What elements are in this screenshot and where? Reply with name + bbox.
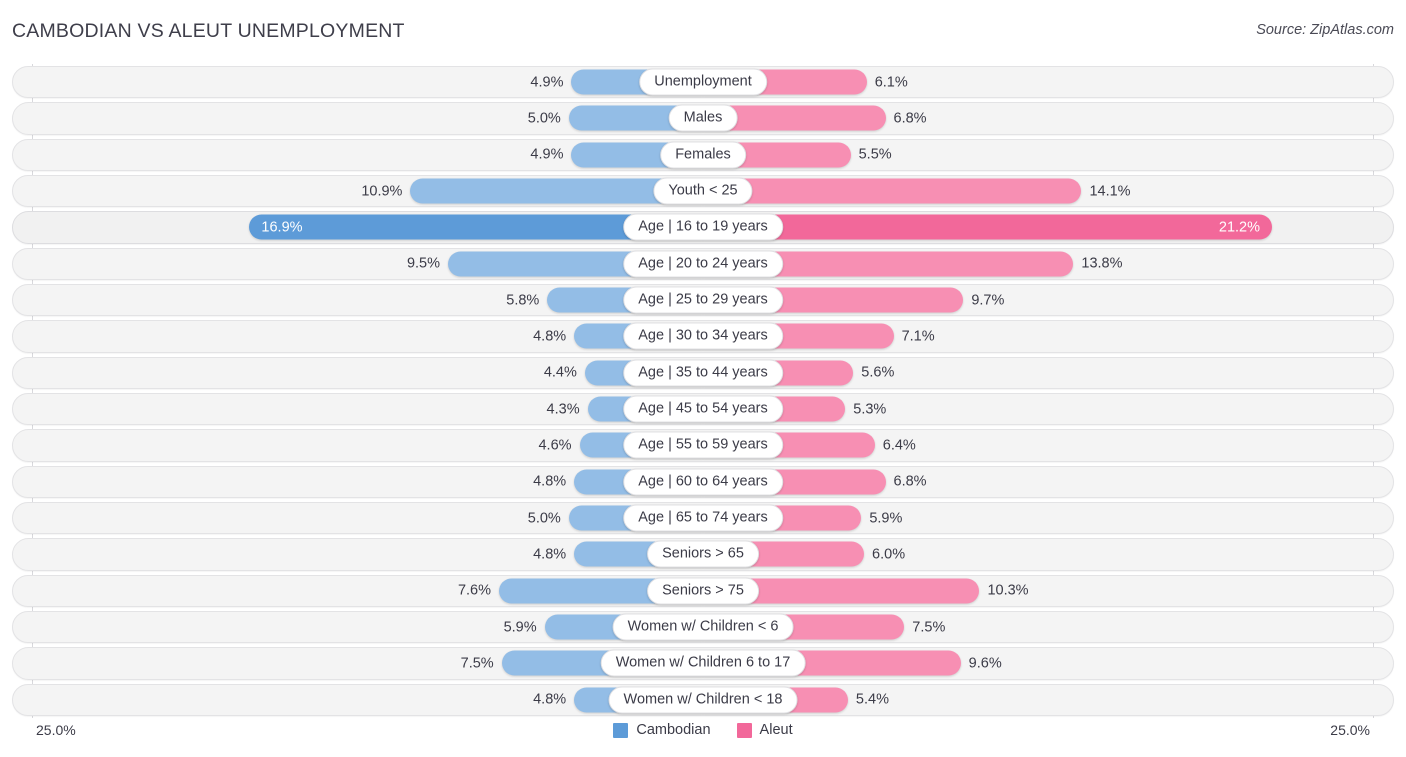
bar-value-left: 4.9% xyxy=(530,74,564,91)
chart-header: CAMBODIAN VS ALEUT UNEMPLOYMENT Source: … xyxy=(0,0,1406,62)
row-category-label: Women w/ Children < 6 xyxy=(612,613,794,641)
bar-aleut[interactable] xyxy=(703,178,1082,204)
table-row[interactable]: 9.5% 13.8% Age | 20 to 24 years xyxy=(12,246,1394,282)
bar-rows: 4.9% 6.1% Unemployment 5.0% 6.8% Males 4.9% 5.5… xyxy=(12,64,1394,718)
table-row[interactable]: 7.5% 9.6% Women w/ Children 6 to 17 xyxy=(12,645,1394,681)
bar-half-right: 21.2% xyxy=(703,214,1272,240)
bar-value-left: 4.9% xyxy=(530,146,564,163)
row-category-label: Age | 55 to 59 years xyxy=(623,431,783,459)
bar-value-left: 4.6% xyxy=(538,437,572,454)
bar-value-left: 5.9% xyxy=(503,619,537,636)
bar-value-right: 7.1% xyxy=(901,328,935,345)
bar-value-right: 21.2% xyxy=(1218,219,1260,236)
row-category-label: Age | 45 to 54 years xyxy=(623,395,783,423)
table-row[interactable]: 5.8% 9.7% Age | 25 to 29 years xyxy=(12,282,1394,318)
table-row[interactable]: 10.9% 14.1% Youth < 25 xyxy=(12,173,1394,209)
bar-value-left: 5.0% xyxy=(527,510,561,527)
table-row[interactable]: 16.9% 21.2% Age | 16 to 19 years xyxy=(12,209,1394,245)
table-row[interactable]: 5.9% 7.5% Women w/ Children < 6 xyxy=(12,609,1394,645)
legend-item[interactable]: Cambodian xyxy=(613,722,711,738)
bar-value-left: 7.5% xyxy=(460,655,494,672)
bar-value-right: 14.1% xyxy=(1089,183,1131,200)
bar-value-left: 5.8% xyxy=(506,292,540,309)
bar-value-right: 5.6% xyxy=(861,364,895,381)
row-category-label: Age | 35 to 44 years xyxy=(623,359,783,387)
row-category-label: Age | 25 to 29 years xyxy=(623,286,783,314)
bar-value-right: 9.6% xyxy=(968,655,1002,672)
bar-value-right: 6.1% xyxy=(874,74,908,91)
source-attribution: Source: ZipAtlas.com xyxy=(1256,22,1394,38)
table-row[interactable]: 4.9% 5.5% Females xyxy=(12,137,1394,173)
table-row[interactable]: 4.3% 5.3% Age | 45 to 54 years xyxy=(12,391,1394,427)
row-category-label: Age | 30 to 34 years xyxy=(623,322,783,350)
legend-swatch-icon xyxy=(736,722,752,738)
table-row[interactable]: 4.8% 5.4% Women w/ Children < 18 xyxy=(12,682,1394,718)
bar-value-right: 6.0% xyxy=(872,546,906,563)
bar-value-left: 4.4% xyxy=(543,364,577,381)
table-row[interactable]: 7.6% 10.3% Seniors > 75 xyxy=(12,573,1394,609)
bar-aleut[interactable]: 21.2% xyxy=(703,214,1272,240)
bar-value-right: 10.3% xyxy=(987,582,1029,599)
bar-value-left: 16.9% xyxy=(261,219,303,236)
bar-value-left: 9.5% xyxy=(406,255,441,272)
row-category-label: Age | 65 to 74 years xyxy=(623,504,783,532)
bar-value-right: 9.7% xyxy=(971,292,1005,309)
bar-value-left: 10.9% xyxy=(361,183,403,200)
bar-value-left: 4.8% xyxy=(533,473,567,490)
bar-value-left: 7.6% xyxy=(457,582,492,599)
row-category-label: Women w/ Children < 18 xyxy=(608,686,798,714)
table-row[interactable]: 5.0% 6.8% Males xyxy=(12,100,1394,136)
row-category-label: Age | 16 to 19 years xyxy=(623,213,783,241)
table-row[interactable]: 4.4% 5.6% Age | 35 to 44 years xyxy=(12,355,1394,391)
row-category-label: Youth < 25 xyxy=(653,177,753,205)
bar-value-right: 6.8% xyxy=(893,473,927,490)
bar-value-right: 7.5% xyxy=(912,619,946,636)
legend-item[interactable]: Aleut xyxy=(736,722,793,738)
chart-page: CAMBODIAN VS ALEUT UNEMPLOYMENT Source: … xyxy=(0,0,1406,757)
legend-label: Aleut xyxy=(759,722,793,738)
table-row[interactable]: 4.8% 6.8% Age | 60 to 64 years xyxy=(12,464,1394,500)
bar-value-right: 13.8% xyxy=(1081,255,1123,272)
bar-value-right: 5.5% xyxy=(858,146,892,163)
table-row[interactable]: 4.6% 6.4% Age | 55 to 59 years xyxy=(12,427,1394,463)
bar-value-right: 5.3% xyxy=(853,401,887,418)
row-category-label: Age | 60 to 64 years xyxy=(623,468,783,496)
bar-value-left: 4.8% xyxy=(533,546,567,563)
bar-value-right: 6.4% xyxy=(882,437,916,454)
row-category-label: Seniors > 65 xyxy=(647,540,759,568)
legend-label: Cambodian xyxy=(636,722,711,738)
row-category-label: Women w/ Children 6 to 17 xyxy=(600,649,806,677)
bar-value-right: 5.9% xyxy=(869,510,903,527)
bar-value-left: 4.8% xyxy=(533,691,567,708)
table-row[interactable]: 4.8% 7.1% Age | 30 to 34 years xyxy=(12,318,1394,354)
table-row[interactable]: 5.0% 5.9% Age | 65 to 74 years xyxy=(12,500,1394,536)
row-category-label: Males xyxy=(668,104,738,132)
bar-half-left: 10.9% xyxy=(361,178,703,204)
table-row[interactable]: 4.9% 6.1% Unemployment xyxy=(12,64,1394,100)
chart-footer: 25.0% 25.0% Cambodian Aleut xyxy=(12,718,1394,752)
row-category-label: Unemployment xyxy=(639,68,767,96)
row-category-label: Females xyxy=(660,141,746,169)
row-category-label: Seniors > 75 xyxy=(647,577,759,605)
chart-plot-area: 4.9% 6.1% Unemployment 5.0% 6.8% Males 4.9% 5.5… xyxy=(12,64,1394,718)
bar-value-right: 6.8% xyxy=(893,110,927,127)
bar-value-left: 4.8% xyxy=(533,328,567,345)
table-row[interactable]: 4.8% 6.0% Seniors > 65 xyxy=(12,536,1394,572)
chart-legend: Cambodian Aleut xyxy=(12,722,1394,738)
legend-swatch-icon xyxy=(613,722,629,738)
bar-value-left: 5.0% xyxy=(527,110,561,127)
bar-half-right: 14.1% xyxy=(703,178,1131,204)
bar-value-right: 5.4% xyxy=(855,691,889,708)
page-title: CAMBODIAN VS ALEUT UNEMPLOYMENT xyxy=(12,20,405,42)
bar-value-left: 4.3% xyxy=(546,401,580,418)
row-category-label: Age | 20 to 24 years xyxy=(623,250,783,278)
